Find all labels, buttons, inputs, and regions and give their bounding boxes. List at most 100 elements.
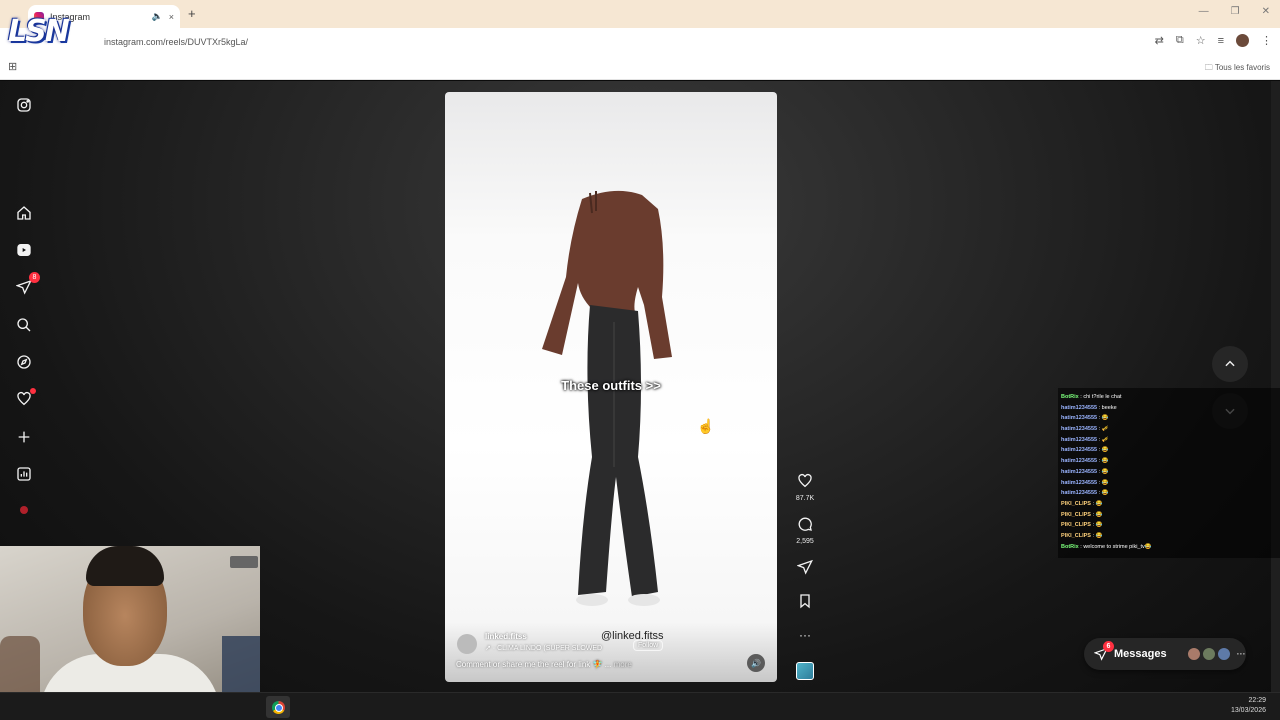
chat-message: hatim1234555 : 🎺 [1061,435,1277,446]
share-button[interactable] [790,559,820,580]
minimize-button[interactable]: — [1199,6,1209,17]
direct-icon: 6 [1093,641,1114,661]
chat-username: hatim1234555 [1061,426,1098,433]
comment-count: 2,595 [796,538,814,545]
dashboard-icon[interactable] [15,465,33,483]
chat-username: PIKI_CLIPS [1061,500,1091,507]
chat-username: hatim1234555 [1061,458,1098,465]
speaker-icon[interactable]: 🔈 [152,11,163,22]
close-window-button[interactable]: ✕ [1262,6,1270,17]
chat-text: : 😂 [1097,447,1109,454]
search-icon[interactable] [15,316,33,334]
chat-text: : beeke [1097,404,1117,411]
stream-chat-overlay: BotRix : chi t?rile le chat hatim1234555 … [1058,388,1280,558]
messages-badge: 6 [1103,641,1114,652]
all-bookmarks-label: Tous les favoris [1214,63,1270,72]
reel-author-avatar[interactable] [457,634,477,654]
chat-message: hatim1234555 : 😂 [1061,456,1277,467]
avatar [1186,647,1201,661]
translate-icon[interactable]: ⇄ [1155,34,1164,47]
heart-icon [798,473,812,488]
chat-message: PIKI_CLIPS : 😂 [1061,531,1277,542]
chat-message: hatim1234555 : 😂 [1061,488,1277,499]
chat-text: : 😂 [1090,532,1103,539]
apps-grid-icon[interactable]: ⊞ [8,60,17,73]
chat-message: BotRix : chi t?rile le chat [1061,392,1277,403]
profile-icon[interactable] [15,501,33,519]
notification-dot [30,388,36,394]
messages-label: Messages [1114,648,1167,660]
chat-message: hatim1234555 : beeke [1061,403,1277,414]
chat-username: PIKI_CLIPS [1061,522,1091,529]
create-icon[interactable] [15,428,33,446]
notifications-icon[interactable] [15,388,36,408]
chat-message: hatim1234555 : 🎺 [1061,424,1277,435]
browser-toolbar: ⇄ ⧉ ☆ ≡ ⋮ [1155,34,1272,47]
chat-text: : 😂 [1097,479,1109,486]
more-options-icon[interactable]: ··· [790,628,820,642]
browser-menu-icon[interactable]: ⋮ [1261,34,1272,47]
instagram-logo-icon[interactable] [15,96,33,114]
chat-username: BotRix [1061,543,1079,550]
like-button[interactable]: 87.7K [790,473,820,502]
share-icon [796,559,813,575]
reel-caption: Comment or share me the reel for link 🧚 … [456,660,632,669]
chat-message: hatim1234555 : 😂 [1061,467,1277,478]
reading-list-icon[interactable]: ≡ [1218,35,1224,47]
chat-username: BotRix [1061,394,1079,400]
chat-text: : 😂 [1097,490,1109,497]
taskbar-clock[interactable]: 22:29 13/03/2026 [1231,696,1266,716]
webcam-device [230,556,258,568]
like-count: 87.7K [795,495,815,502]
previous-reel-button[interactable] [1212,346,1248,382]
reels-icon[interactable] [15,241,33,259]
bookmark-icon [800,594,810,609]
chat-username: hatim1234555 [1061,479,1098,486]
webcam-hair [86,546,164,586]
chat-message: BotRix : welcome to strime piki_tv😂 [1061,542,1277,553]
chat-username: hatim1234555 [1061,404,1098,411]
chat-message: hatim1234555 : 😂 [1061,478,1277,489]
reel-video[interactable]: These outfits >> linked.fitss ↗ · CLIMA … [445,92,777,682]
messages-more-icon: ··· [1236,649,1246,659]
window-controls: — ❐ ✕ [1199,6,1270,17]
save-button[interactable] [790,593,820,614]
chat-text: : 😂 [1097,458,1109,465]
bookmark-star-icon[interactable]: ☆ [1196,34,1206,47]
home-icon[interactable] [15,204,33,222]
chat-message: PIKI_CLIPS : 😂 [1061,510,1277,521]
chat-text: : 😂 [1097,468,1109,475]
avatar [1201,647,1216,661]
install-app-icon[interactable]: ⧉ [1176,34,1184,47]
reel-audio-track[interactable]: ↗ · CLIMA LINDO (SUPER SLOWED [485,644,602,652]
chat-message: hatim1234555 : 😂 [1061,445,1277,456]
speaker-icon[interactable]: 🔊 [747,654,765,672]
chat-text: : chi t?rile le chat [1078,394,1122,400]
page-scrollbar[interactable] [1271,81,1280,692]
chat-username: hatim1234555 [1061,436,1098,443]
audio-thumbnail[interactable] [796,662,814,680]
chat-text: : 🎺 [1097,426,1109,433]
direct-badge: 8 [29,272,40,283]
url-field[interactable]: instagram.com/reels/DUVTXr5kgLa/ [104,37,248,47]
comment-icon [798,517,812,531]
reel-caption-text: Comment or share me the reel for link 🧚 … [456,660,612,669]
messages-button[interactable]: 6 Messages ··· [1084,638,1246,670]
tab-close-button[interactable]: × [169,12,174,22]
explore-icon[interactable] [15,353,33,371]
chat-username: hatim1234555 [1061,415,1098,422]
new-tab-button[interactable]: + [188,6,196,21]
reel-author-username[interactable]: linked.fitss [485,632,527,641]
clock-date: 13/03/2026 [1230,707,1266,714]
chat-text: : 😂 [1097,415,1109,422]
chrome-taskbar-button[interactable] [266,696,290,718]
more-link[interactable]: more [614,660,632,669]
restore-button[interactable]: ❐ [1231,6,1240,17]
direct-icon[interactable]: 8 [15,272,40,296]
comment-button[interactable]: 2,595 [790,516,820,545]
all-bookmarks-button[interactable]: 🗀 Tous les favoris [1205,62,1270,76]
stream-logo: LSN [8,14,70,49]
chat-text: : 😂 [1090,522,1103,529]
avatar [1216,647,1231,661]
profile-avatar[interactable] [1236,34,1249,47]
